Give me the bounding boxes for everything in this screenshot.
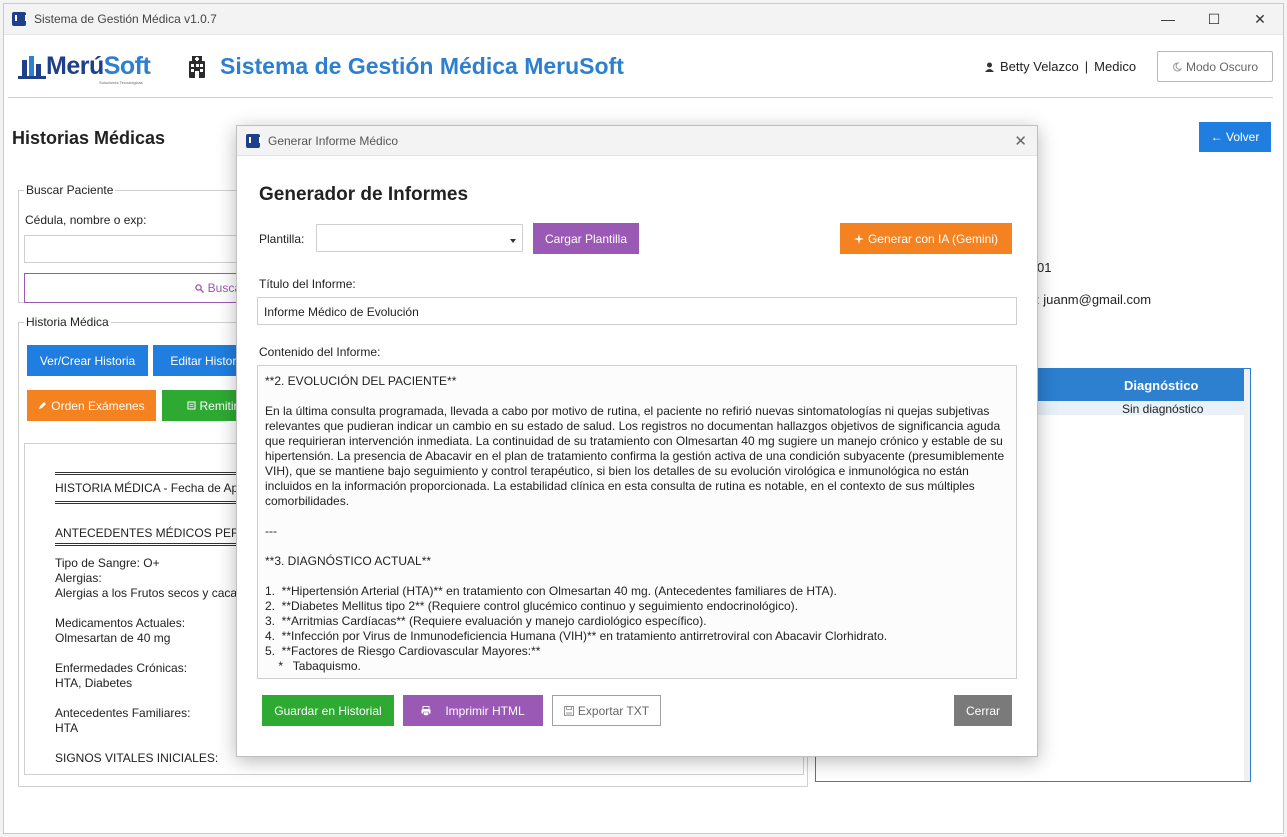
back-button[interactable]: ← Volver [1199, 122, 1271, 152]
close-modal-button[interactable]: Cerrar [954, 695, 1012, 726]
content-line: 5. **Factores de Riesgo Cardiovascular M… [265, 644, 541, 658]
user-role: Medico [1094, 59, 1137, 74]
content-line: relevantes que pudieran indicar un cambi… [265, 419, 1001, 433]
generate-ai-button[interactable]: Generar con IA (Gemini) [840, 223, 1012, 254]
user-icon [985, 62, 994, 72]
content-line: incluidos en la información proporcionad… [265, 479, 975, 493]
hospital-icon [189, 56, 205, 78]
search-icon [194, 283, 204, 293]
modal-title: Generar Informe Médico [268, 133, 399, 148]
document-icon [187, 401, 195, 410]
diagnosis-col-header: Diagnóstico [1124, 378, 1199, 393]
logo-subtitle: Soluciones Tecnológicas [99, 80, 143, 85]
minimize-button[interactable]: — [1145, 4, 1191, 34]
history-legend: Historia Médica [24, 315, 111, 329]
user-separator: | [1084, 59, 1089, 74]
search-button[interactable]: Buscar [24, 273, 254, 303]
app-header: MerúSoft Soluciones Tecnológicas Sistema… [8, 34, 1273, 98]
sparkle-icon [853, 233, 864, 244]
content-line: 4. **Infección por Virus de Inmunodefici… [265, 629, 888, 643]
moon-icon [1173, 61, 1182, 71]
title-bar: Sistema de Gestión Médica v1.0.7 — ☐ ✕ [4, 4, 1283, 35]
content-line: 3. **Arritmias Cardíacas** (Requiere eva… [265, 614, 707, 628]
modal-heading: Generador de Informes [259, 184, 469, 205]
print-html-button[interactable]: Imprimir HTML [403, 695, 543, 726]
window-controls: — ☐ ✕ [1145, 4, 1283, 34]
search-label: Cédula, nombre o exp: [25, 213, 147, 227]
export-txt-button[interactable]: Exportar TXT [552, 695, 661, 726]
page-title: Historias Médicas [12, 128, 166, 148]
content-line: En la última consulta programada, llevad… [265, 404, 990, 418]
content-line: **2. EVOLUCIÓN DEL PACIENTE** [265, 374, 457, 388]
refer-label: Remitir [199, 398, 238, 413]
content-line: 2. **Diabetes Mellitus tipo 2** (Requier… [265, 599, 798, 613]
pencil-icon [39, 402, 47, 409]
report-title-input[interactable]: Informe Médico de Evolución [257, 297, 1017, 325]
diagnosis-cell: Sin diagnóstico [1122, 402, 1204, 416]
table-scrollbar[interactable] [1244, 369, 1250, 781]
print-html-label: Imprimir HTML [445, 703, 525, 718]
view-create-history-button[interactable]: Ver/Crear Historia [27, 345, 148, 376]
generate-ai-label: Generar con IA (Gemini) [867, 231, 999, 246]
content-line: hipertensión. La presencia de Abacavir e… [265, 449, 1005, 463]
report-title-label: Título del Informe: [259, 277, 356, 291]
content-line: **3. DIAGNÓSTICO ACTUAL** [265, 554, 432, 568]
content-line: que requirieran intervención inmediata. … [265, 434, 1003, 448]
content-line: 1. **Hipertensión Arterial (HTA)** en tr… [265, 584, 837, 598]
report-content-textarea[interactable]: **2. EVOLUCIÓN DEL PACIENTE** En la últi… [257, 365, 1017, 679]
user-name: Betty Velazco [1000, 59, 1079, 74]
patient-email: : juanm@gmail.com [1036, 292, 1152, 307]
search-input[interactable] [24, 235, 254, 263]
patient-id-partial: 01 [1037, 260, 1052, 275]
user-info: Betty Velazco | Medico [985, 59, 1136, 74]
close-window-button[interactable]: ✕ [1237, 4, 1283, 34]
modal-title-bar: Generar Informe Médico ✕ [237, 126, 1037, 156]
template-label: Plantilla: [259, 232, 305, 246]
export-txt-label: Exportar TXT [577, 703, 650, 718]
order-exams-button[interactable]: Orden Exámenes [27, 390, 156, 421]
close-icon[interactable]: ✕ [1014, 132, 1027, 150]
report-modal: Generar Informe Médico ✕ Generador de In… [236, 125, 1038, 757]
content-line: comorbilidades. [265, 494, 350, 508]
app-icon [12, 12, 27, 26]
template-select[interactable] [316, 224, 523, 252]
logo-mark-icon [18, 56, 46, 79]
window-title: Sistema de Gestión Médica v1.0.7 [34, 12, 217, 26]
app-icon [246, 133, 261, 148]
content-line: --- [265, 524, 277, 538]
search-legend: Buscar Paciente [24, 183, 116, 197]
printer-icon [421, 705, 431, 716]
load-template-button[interactable]: Cargar Plantilla [533, 223, 639, 254]
dark-mode-button[interactable]: Modo Oscuro [1157, 51, 1273, 82]
merusoft-logo: MerúSoft Soluciones Tecnológicas [16, 50, 166, 86]
save-history-button[interactable]: Guardar en Historial [262, 695, 394, 726]
order-exams-label: Orden Exámenes [51, 398, 145, 413]
content-line: * Tabaquismo. [265, 659, 361, 673]
app-title: Sistema de Gestión Médica MeruSoft [220, 53, 624, 79]
maximize-button[interactable]: ☐ [1191, 4, 1237, 34]
content-line: VIH), que se mantiene bajo seguimiento y… [265, 464, 969, 478]
logo-text: MerúSoft [46, 52, 151, 80]
dark-mode-label: Modo Oscuro [1185, 59, 1259, 74]
save-icon [563, 705, 574, 716]
content-label: Contenido del Informe: [259, 345, 381, 359]
